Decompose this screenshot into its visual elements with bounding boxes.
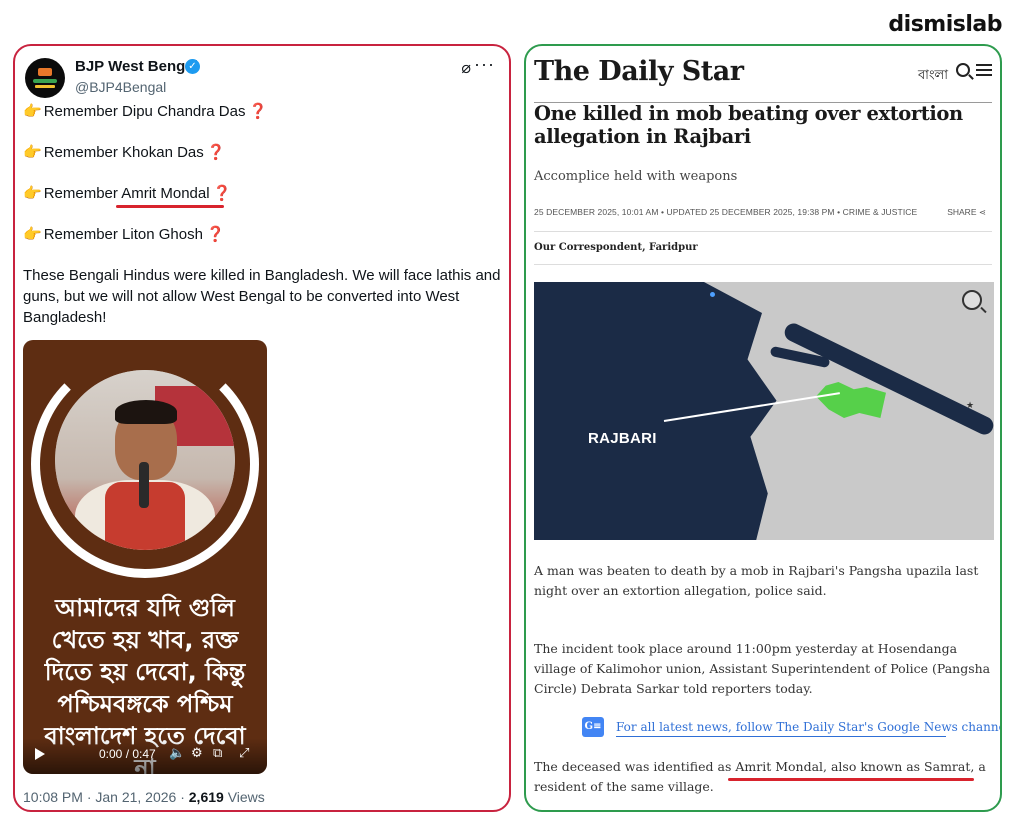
tweet-timestamp[interactable]: 10:08 PM · Jan 21, 2026 · xyxy=(23,789,189,805)
microphone-icon xyxy=(139,462,149,508)
masthead-logo[interactable]: The Daily Star xyxy=(534,56,744,87)
pointing-hand-icon: 👉 xyxy=(23,226,42,243)
search-icon[interactable] xyxy=(956,63,970,77)
brand-logo: dismislab xyxy=(888,12,1002,37)
zoom-icon[interactable] xyxy=(962,290,982,310)
share-button[interactable]: SHARE ⋖ xyxy=(947,207,986,218)
views-label: Views xyxy=(223,789,265,805)
share-icon: ⋖ xyxy=(978,207,986,217)
article-paragraph: A man was beaten to death by a mob in Ra… xyxy=(534,563,979,598)
article-subhead: Accomplice held with weapons xyxy=(534,169,738,184)
question-mark-icon: ❓ xyxy=(248,103,268,120)
article-dateline: 25 DECEMBER 2025, 10:01 AM • UPDATED 25 … xyxy=(534,207,918,217)
tweet-card: BJP West Bengal ✓ @BJP4Bengal ⌀ ··· 👉 Rem… xyxy=(13,44,511,812)
avatar-logo-bar xyxy=(35,85,55,88)
google-news-text[interactable]: For all latest news, follow The Daily St… xyxy=(616,720,1000,734)
question-mark-icon: ❓ xyxy=(205,226,225,243)
pointing-hand-icon: 👉 xyxy=(23,185,42,202)
question-mark-icon: ❓ xyxy=(206,144,226,161)
share-label: SHARE xyxy=(947,207,977,217)
speaker-photo xyxy=(55,370,235,550)
video-controls: 0:00 / 0:47 🔈 ⚙ ⧉ ⤢ xyxy=(23,738,267,774)
pointing-hand-icon: 👉 xyxy=(23,144,42,161)
picture-in-picture-icon[interactable]: ⧉ xyxy=(213,745,222,761)
tweet-header: BJP West Bengal ✓ @BJP4Bengal ⌀ ··· xyxy=(25,54,497,102)
account-handle[interactable]: @BJP4Bengal xyxy=(75,79,166,95)
pointing-hand-icon: 👉 xyxy=(23,103,42,120)
remember-prefix: Remember xyxy=(43,144,123,161)
video-player[interactable]: আমাদের যদি গুলি খেতে হয় খাব, রক্ত দিতে … xyxy=(23,340,267,774)
remember-name: Dipu Chandra Das xyxy=(122,103,246,120)
volume-icon[interactable]: 🔈 xyxy=(169,745,185,761)
tweet-text: These Bengali Hindus were killed in Bang… xyxy=(23,267,501,326)
remember-line: 👉 Remember Dipu Chandra Das ❓ xyxy=(23,102,267,120)
divider xyxy=(534,231,992,232)
article-paragraph: The deceased was identified as Amrit Mon… xyxy=(534,759,986,794)
highlight-underline xyxy=(116,205,224,208)
fullscreen-icon[interactable]: ⤢ xyxy=(239,745,249,761)
hamburger-menu-icon[interactable] xyxy=(976,64,992,76)
language-toggle[interactable]: বাংলা xyxy=(918,66,948,87)
google-news-icon: G≡ xyxy=(582,717,604,737)
map-capital-star-icon: ★ xyxy=(966,400,975,410)
play-icon[interactable] xyxy=(35,748,45,760)
remember-prefix: Remember xyxy=(43,103,123,120)
question-mark-icon: ❓ xyxy=(212,185,232,202)
avatar[interactable] xyxy=(25,58,65,98)
avatar-logo-bar xyxy=(33,79,57,83)
divider xyxy=(534,264,992,265)
video-time: 0:00 / 0:47 xyxy=(99,747,156,761)
remember-name: Liton Ghosh xyxy=(122,226,203,243)
views-count: 2,619 xyxy=(188,789,224,805)
remember-line: 👉 Remember Amrit Mondal ❓ xyxy=(23,184,231,202)
article-paragraph: The incident took place around 11:00pm y… xyxy=(534,641,991,696)
remember-name: Khokan Das xyxy=(122,144,204,161)
remember-line: 👉 Remember Khokan Das ❓ xyxy=(23,143,225,161)
map-label: RAJBARI xyxy=(588,430,657,447)
remember-prefix: Remember xyxy=(43,185,122,202)
link-underline xyxy=(616,736,946,737)
article-byline: Our Correspondent, Faridpur xyxy=(534,242,698,253)
map-location-dot xyxy=(710,292,715,297)
verified-badge-icon: ✓ xyxy=(185,59,200,74)
tweet-meta: 10:08 PM · Jan 21, 2026 · 2,619 Views xyxy=(23,789,265,805)
article-headline: One killed in mob beating over extortion… xyxy=(534,102,963,148)
account-name[interactable]: BJP West Bengal xyxy=(75,58,198,75)
highlight-underline xyxy=(728,778,974,781)
remember-name: Amrit Mondal xyxy=(121,185,210,202)
remember-prefix: Remember xyxy=(43,226,123,243)
settings-gear-icon[interactable]: ⚙ xyxy=(191,745,203,761)
grok-icon[interactable]: ⌀ xyxy=(461,58,471,78)
remember-line: 👉 Remember Liton Ghosh ❓ xyxy=(23,225,225,243)
photo-hair xyxy=(115,400,177,424)
more-options-icon[interactable]: ··· xyxy=(474,54,495,75)
location-map: RAJBARI ★ xyxy=(534,282,994,540)
avatar-logo-mark xyxy=(38,68,52,76)
article-card: The Daily Star বাংলা One killed in mob b… xyxy=(524,44,1002,812)
